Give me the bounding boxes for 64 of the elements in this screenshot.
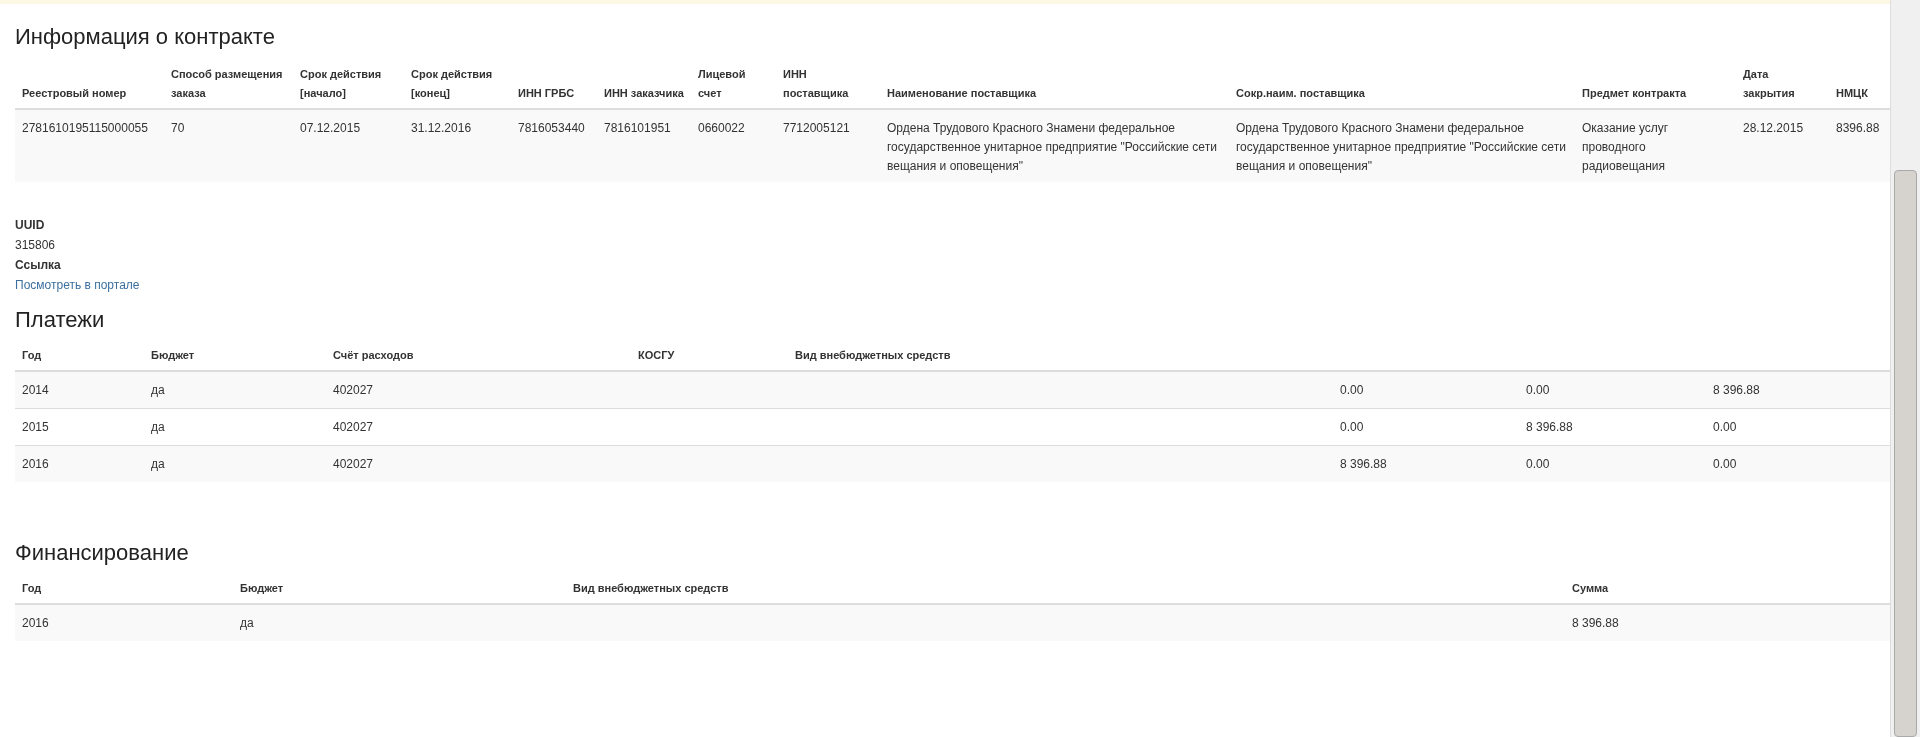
table-cell: 2016 bbox=[15, 445, 144, 482]
table-cell: 2781610195115000055 bbox=[15, 109, 164, 182]
column-header: Способ размещения заказа bbox=[164, 60, 293, 109]
column-header: Предмет контракта bbox=[1575, 60, 1736, 109]
table-cell: 2016 bbox=[15, 604, 233, 641]
column-header: ИНН заказчика bbox=[597, 60, 691, 109]
column-header: НМЦК bbox=[1829, 60, 1890, 109]
section-title: Финансирование bbox=[15, 540, 190, 566]
table-cell: 70 bbox=[164, 109, 293, 182]
table-cell: 07.12.2015 bbox=[293, 109, 404, 182]
table-cell: 0.00 bbox=[1519, 371, 1706, 409]
table-cell: 28.12.2015 bbox=[1736, 109, 1829, 182]
table-cell: 8396.88 bbox=[1829, 109, 1890, 182]
column-header: Наименование поставщика bbox=[880, 60, 1229, 109]
table-cell: 2015 bbox=[15, 408, 144, 446]
column-header: Бюджет bbox=[144, 341, 326, 371]
scrollbar[interactable] bbox=[1890, 0, 1920, 737]
section-title: Платежи bbox=[15, 307, 106, 333]
table-cell: да bbox=[144, 371, 326, 409]
table-cell: 0.00 bbox=[1519, 445, 1706, 482]
column-header: Год bbox=[15, 341, 144, 371]
column-header: Счёт расходов bbox=[326, 341, 631, 371]
field-label: UUID bbox=[15, 217, 45, 234]
column-header: Дата закрытия bbox=[1736, 60, 1829, 109]
table-cell: 402027 bbox=[326, 408, 631, 446]
table-cell: Ордена Трудового Красного Знамени федеральное государственное унитарное предприятие "Российские сети вещания и оповещения" bbox=[1229, 109, 1575, 182]
table-cell: 0.00 bbox=[1706, 408, 1890, 446]
column-header: Срок действия [начало] bbox=[293, 60, 404, 109]
column-header: Год bbox=[15, 574, 233, 604]
table-cell: 8 396.88 bbox=[1706, 371, 1890, 409]
table-cell: да bbox=[144, 445, 326, 482]
column-header: Реестровый номер bbox=[15, 60, 164, 109]
table-cell: 31.12.2016 bbox=[404, 109, 511, 182]
table-cell: 7816053440 bbox=[511, 109, 597, 182]
table-cell: Оказание услуг проводного радиовещания bbox=[1575, 109, 1736, 182]
table-cell: 402027 bbox=[326, 371, 631, 409]
column-header: Вид внебюджетных средств bbox=[566, 574, 1565, 604]
field-label: Ссылка bbox=[15, 257, 61, 274]
table-cell: 0.00 bbox=[1333, 408, 1519, 446]
column-header: Вид внебюджетных средств bbox=[788, 341, 1333, 371]
table-cell: 8 396.88 bbox=[1519, 408, 1706, 446]
column-header: ИНН поставщика bbox=[776, 60, 880, 109]
table-cell: 7816101951 bbox=[597, 109, 691, 182]
table-cell: 0.00 bbox=[1706, 445, 1890, 482]
table-cell: 0660022 bbox=[691, 109, 776, 182]
column-header: Бюджет bbox=[233, 574, 566, 604]
table-cell: 7712005121 bbox=[776, 109, 880, 182]
table-cell: 0.00 bbox=[1333, 371, 1519, 409]
field-value: 315806 bbox=[15, 237, 56, 254]
section-title: Информация о контракте bbox=[15, 24, 276, 50]
column-header: КОСГУ bbox=[631, 341, 788, 371]
table-cell: 2014 bbox=[15, 371, 144, 409]
column-header: Срок действия [конец] bbox=[404, 60, 511, 109]
table-cell: 8 396.88 bbox=[1333, 445, 1519, 482]
table-cell: 402027 bbox=[326, 445, 631, 482]
table-cell: Ордена Трудового Красного Знамени федеральное государственное унитарное предприятие "Российские сети вещания и оповещения" bbox=[880, 109, 1229, 182]
column-header: ИНН ГРБС bbox=[511, 60, 597, 109]
column-header: Сокр.наим. поставщика bbox=[1229, 60, 1575, 109]
portal-link[interactable]: Посмотреть в портале bbox=[15, 275, 140, 295]
table-cell: да bbox=[233, 604, 566, 641]
table-cell: 8 396.88 bbox=[1565, 604, 1890, 641]
column-header: Сумма bbox=[1565, 574, 1890, 604]
column-header: Лицевой счет bbox=[691, 60, 776, 109]
table-cell: да bbox=[144, 408, 326, 446]
